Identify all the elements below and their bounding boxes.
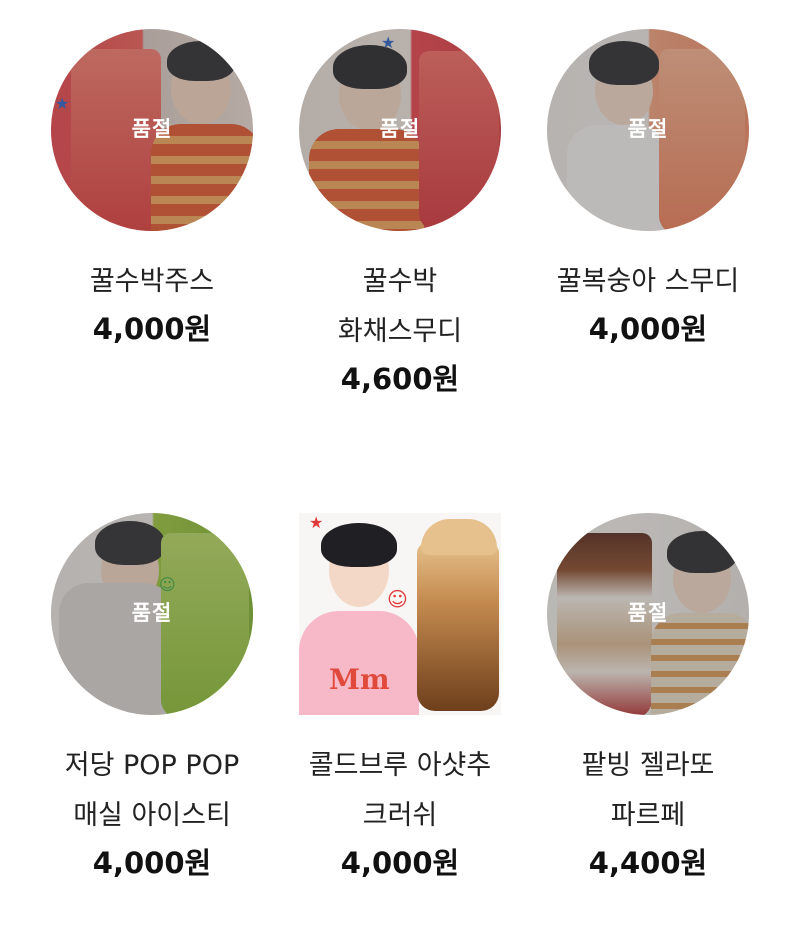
product-price: 4,000원 (92, 312, 212, 346)
product-card[interactable]: 품절 꿀복숭아 스무디 4,000원 (524, 29, 772, 349)
product-price: 4,400원 (588, 846, 708, 880)
soldout-label: 품절 (379, 117, 421, 141)
product-grid: ★ 품절 꿀수박주스 4,000원 ★ 품절 꿀수박 화채스무디 4,600원 (0, 0, 800, 931)
star-icon: ★ (309, 513, 324, 532)
soldout-label: 품절 (131, 117, 173, 141)
product-card[interactable]: ☺ 품절 저당 POP POP 매실 아이스티 4,000원 (28, 513, 276, 883)
product-price: 4,600원 (340, 362, 460, 396)
product-card[interactable]: ★ 품절 꿀수박 화채스무디 4,600원 (276, 29, 524, 399)
product-card[interactable]: ★ 품절 꿀수박주스 4,000원 (28, 29, 276, 349)
product-card[interactable]: 품절 팥빙 젤라또 파르페 4,400원 (524, 513, 772, 883)
product-image[interactable]: ★ 품절 (51, 29, 253, 231)
product-image[interactable]: ★ 품절 (299, 29, 501, 231)
product-card[interactable]: Mm ☺ ★ 콜드브루 아샷추 크러쉬 4,000원 (276, 513, 524, 883)
product-name[interactable]: 저당 POP POP 매실 아이스티 (28, 741, 276, 841)
product-photo: Mm ☺ ★ (299, 513, 501, 715)
product-name[interactable]: 꿀수박 화채스무디 (276, 257, 524, 357)
product-price: 4,000원 (340, 846, 460, 880)
soldout-label: 품절 (627, 117, 669, 141)
product-name[interactable]: 꿀수박주스 (28, 257, 276, 307)
product-image[interactable]: Mm ☺ ★ (299, 513, 501, 715)
product-name[interactable]: 콜드브루 아샷추 크러쉬 (276, 741, 524, 841)
product-name[interactable]: 팥빙 젤라또 파르페 (524, 741, 772, 841)
product-image[interactable]: 품절 (547, 513, 749, 715)
product-image[interactable]: 품절 (547, 29, 749, 231)
product-name[interactable]: 꿀복숭아 스무디 (524, 257, 772, 307)
smiley-icon: ☺ (387, 587, 408, 611)
soldout-label: 품절 (131, 601, 173, 625)
product-price: 4,000원 (588, 312, 708, 346)
product-image[interactable]: ☺ 품절 (51, 513, 253, 715)
soldout-label: 품절 (627, 601, 669, 625)
product-price: 4,000원 (92, 846, 212, 880)
